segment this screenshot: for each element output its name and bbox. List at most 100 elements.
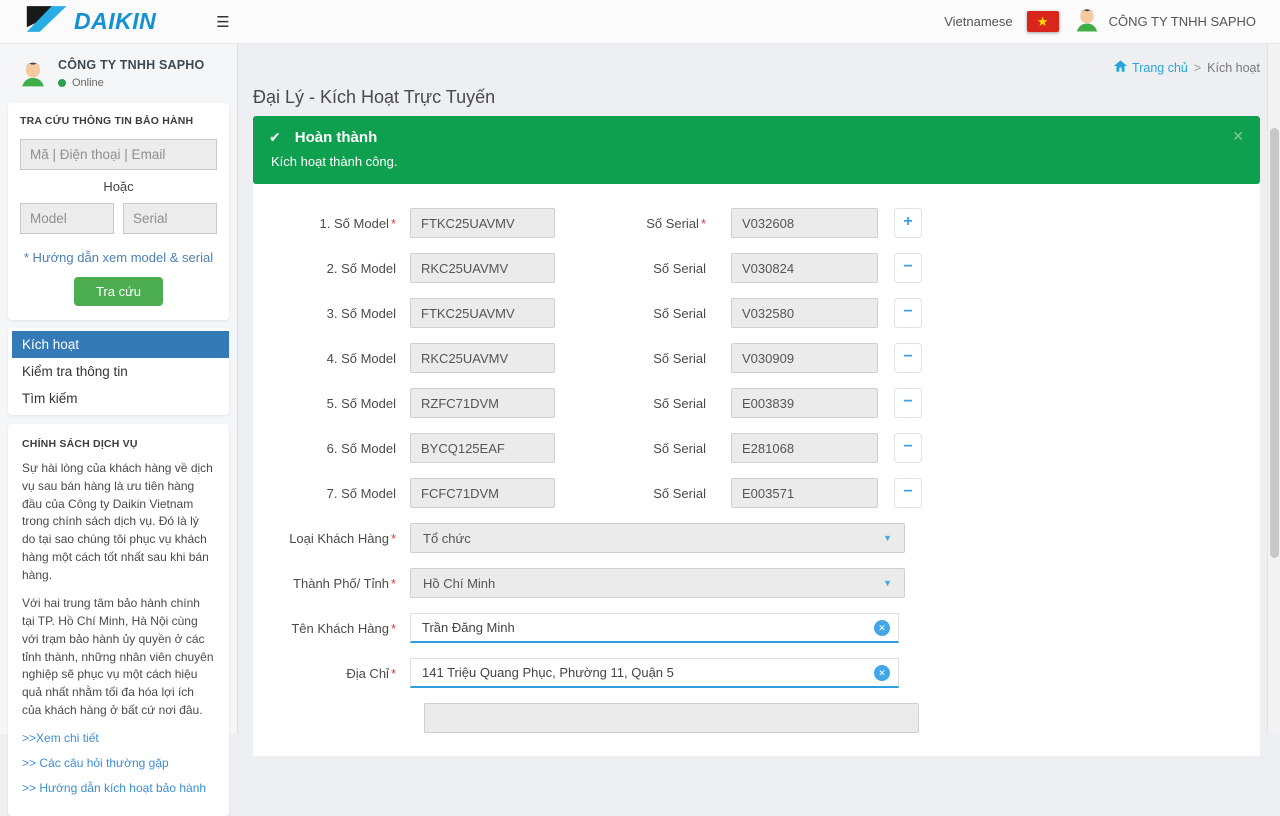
main-content: Trang chủ > Kích hoạt Đại Lý - Kích Hoạt… <box>238 44 1280 734</box>
serial-label: Số Serial* <box>555 216 731 231</box>
remove-row-button[interactable]: − <box>894 298 922 328</box>
add-row-button[interactable]: + <box>894 208 922 238</box>
brand-wordmark: DAIKIN <box>74 8 156 35</box>
chevron-down-icon: ▼ <box>883 533 892 543</box>
breadcrumb-home-link[interactable]: Trang chủ <box>1114 60 1188 75</box>
user-avatar-icon <box>1073 5 1101 38</box>
device-row: 6. Số Model Số Serial − <box>253 433 1260 463</box>
model-label: 2. Số Model <box>253 261 410 276</box>
city-select[interactable]: Hồ Chí Minh ▼ <box>410 568 905 598</box>
customer-name-row: Tên Khách Hàng* ✕ <box>253 613 1260 643</box>
remove-row-button[interactable]: − <box>894 388 922 418</box>
page-scrollbar <box>1267 44 1280 734</box>
daikin-logo[interactable]: DAIKIN <box>24 4 156 39</box>
lookup-model-input[interactable] <box>20 203 114 234</box>
device-row: 7. Số Model Số Serial − <box>253 478 1260 508</box>
activation-panel: ✔ Hoàn thành Kích hoạt thành công. ✕ 1. … <box>253 116 1260 756</box>
device-row: 2. Số Model Số Serial − <box>253 253 1260 283</box>
serial-input[interactable] <box>731 388 878 418</box>
policy-card-title: CHÍNH SÁCH DỊCH VỤ <box>22 438 215 450</box>
customer-type-select[interactable]: Tổ chức ▼ <box>410 523 905 553</box>
clear-field-icon[interactable]: ✕ <box>874 665 890 681</box>
customer-name-input[interactable] <box>410 613 899 643</box>
customer-type-label: Loại Khách Hàng* <box>253 531 410 546</box>
header-user-menu[interactable]: CÔNG TY TNHH SAPHO <box>1073 5 1256 38</box>
serial-input[interactable] <box>731 253 878 283</box>
sidebar-user-panel: CÔNG TY TNHH SAPHO Online <box>8 52 229 103</box>
online-status-dot <box>58 79 66 87</box>
device-row: 1. Số Model* Số Serial* + <box>253 208 1260 238</box>
activation-form: 1. Số Model* Số Serial* + 2. Số Model Số… <box>253 184 1260 733</box>
address-row: Địa Chỉ* ✕ <box>253 658 1260 688</box>
model-serial-guide-link[interactable]: * Hướng dẫn xem model & serial <box>20 250 217 265</box>
policy-paragraph: Với hai trung tâm bảo hành chính tại TP.… <box>22 595 215 719</box>
model-input[interactable] <box>410 298 555 328</box>
or-separator: Hoặc <box>20 179 217 194</box>
model-label: 4. Số Model <box>253 351 410 366</box>
remove-row-button[interactable]: − <box>894 343 922 373</box>
lookup-submit-button[interactable]: Tra cứu <box>74 277 163 306</box>
remove-row-button[interactable]: − <box>894 253 922 283</box>
service-policy-card: CHÍNH SÁCH DỊCH VỤ Sự hài lòng của khách… <box>8 424 229 816</box>
policy-detail-link[interactable]: >>Xem chi tiết <box>22 731 215 745</box>
next-field-partial[interactable] <box>424 703 919 733</box>
sidebar-company-name: CÔNG TY TNHH SAPHO <box>58 58 204 72</box>
model-input[interactable] <box>410 208 555 238</box>
sidebar-item-tim-kiem[interactable]: Tìm kiếm <box>8 385 229 412</box>
device-row: 3. Số Model Số Serial − <box>253 298 1260 328</box>
serial-label: Số Serial <box>555 306 731 321</box>
remove-row-button[interactable]: − <box>894 433 922 463</box>
model-label: 1. Số Model* <box>253 216 410 231</box>
success-alert: ✔ Hoàn thành Kích hoạt thành công. ✕ <box>253 116 1260 184</box>
serial-input[interactable] <box>731 343 878 373</box>
customer-type-row: Loại Khách Hàng* Tổ chức ▼ <box>253 523 1260 553</box>
model-input[interactable] <box>410 433 555 463</box>
online-status-label: Online <box>72 77 104 89</box>
sidebar-item-kiem-tra-thong-tin[interactable]: Kiểm tra thông tin <box>8 358 229 385</box>
header-company-name: CÔNG TY TNHH SAPHO <box>1109 14 1256 29</box>
serial-input[interactable] <box>731 208 878 238</box>
breadcrumb: Trang chủ > Kích hoạt <box>253 44 1260 75</box>
policy-activation-guide-link[interactable]: >> Hướng dẫn kích hoạt bảo hành <box>22 781 215 795</box>
serial-label: Số Serial <box>555 396 731 411</box>
address-input[interactable] <box>410 658 899 688</box>
alert-message: Kích hoạt thành công. <box>271 154 1244 169</box>
home-icon <box>1114 60 1127 75</box>
breadcrumb-separator: > <box>1194 61 1201 75</box>
serial-label: Số Serial <box>555 351 731 366</box>
model-label: 6. Số Model <box>253 441 410 456</box>
device-row: 4. Số Model Số Serial − <box>253 343 1260 373</box>
address-label: Địa Chỉ* <box>253 666 410 681</box>
page-title: Đại Lý - Kích Hoạt Trực Tuyến <box>253 87 1260 108</box>
device-row: 5. Số Model Số Serial − <box>253 388 1260 418</box>
sidebar-item-kich-hoat[interactable]: Kích hoạt <box>8 331 229 358</box>
policy-paragraph: Sự hài lòng của khách hàng về dịch vụ sa… <box>22 460 215 584</box>
vietnam-flag-icon[interactable]: ★ <box>1027 11 1059 32</box>
remove-row-button[interactable]: − <box>894 478 922 508</box>
sidebar-nav: Kích hoạt Kiểm tra thông tin Tìm kiếm <box>8 328 229 415</box>
user-avatar-icon <box>18 58 48 93</box>
serial-input[interactable] <box>731 433 878 463</box>
policy-faq-link[interactable]: >> Các câu hỏi thường gặp <box>22 756 215 770</box>
model-input[interactable] <box>410 388 555 418</box>
serial-input[interactable] <box>731 478 878 508</box>
chevron-down-icon: ▼ <box>883 578 892 588</box>
hamburger-menu-icon[interactable]: ☰ <box>216 13 229 31</box>
serial-label: Số Serial <box>555 261 731 276</box>
model-label: 5. Số Model <box>253 396 410 411</box>
lookup-serial-input[interactable] <box>123 203 217 234</box>
serial-input[interactable] <box>731 298 878 328</box>
check-icon: ✔ <box>269 129 281 146</box>
clear-field-icon[interactable]: ✕ <box>874 620 890 636</box>
daikin-logo-icon <box>24 4 72 39</box>
model-input[interactable] <box>410 478 555 508</box>
language-label: Vietnamese <box>944 14 1012 29</box>
scrollbar-thumb[interactable] <box>1270 128 1279 558</box>
lookup-combo-input[interactable] <box>20 139 217 170</box>
alert-close-icon[interactable]: ✕ <box>1232 128 1244 145</box>
city-row: Thành Phố/ Tỉnh* Hồ Chí Minh ▼ <box>253 568 1260 598</box>
model-input[interactable] <box>410 343 555 373</box>
model-input[interactable] <box>410 253 555 283</box>
serial-label: Số Serial <box>555 441 731 456</box>
city-label: Thành Phố/ Tỉnh* <box>253 576 410 591</box>
